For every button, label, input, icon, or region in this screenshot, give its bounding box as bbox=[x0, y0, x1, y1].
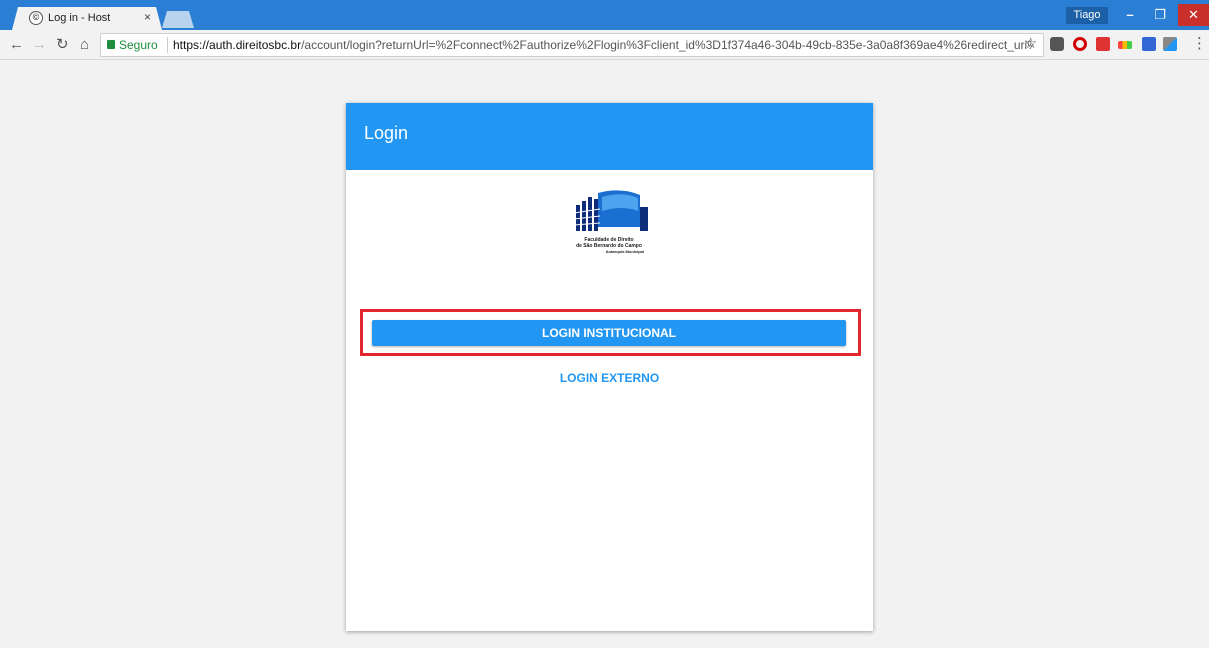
tab-title: Log in - Host bbox=[48, 12, 111, 24]
lock-icon bbox=[107, 40, 115, 49]
reload-icon[interactable]: ↻ bbox=[56, 36, 69, 54]
menu-icon[interactable]: ⋮ bbox=[1192, 34, 1207, 52]
login-institutional-button[interactable]: LOGIN INSTITUCIONAL bbox=[372, 320, 846, 346]
minimize-icon[interactable]: – bbox=[1116, 4, 1144, 26]
star-icon[interactable]: ☆ bbox=[1024, 34, 1037, 52]
address-separator bbox=[167, 37, 168, 53]
browser-titlebar: © Log in - Host × Tiago – ❐ ✕ bbox=[0, 0, 1209, 30]
secure-label: Seguro bbox=[119, 38, 158, 52]
pocket-extension-icon[interactable] bbox=[1050, 37, 1064, 51]
url-host: https://auth.direitosbc.br bbox=[173, 38, 302, 52]
forward-icon[interactable]: → bbox=[32, 36, 47, 54]
favicon-icon: © bbox=[29, 11, 43, 25]
login-card: Login Faculdade de Direito de São Bernar… bbox=[346, 103, 873, 631]
picker-extension-icon[interactable] bbox=[1163, 37, 1177, 51]
browser-tab[interactable]: © Log in - Host × bbox=[12, 7, 162, 30]
close-window-icon[interactable]: ✕ bbox=[1178, 4, 1209, 26]
profile-button[interactable]: Tiago bbox=[1066, 7, 1108, 24]
card-header: Login bbox=[346, 103, 873, 170]
home-icon[interactable]: ⌂ bbox=[80, 36, 89, 54]
url-path: /account/login?returnUrl=%2Fconnect%2Fau… bbox=[301, 38, 1033, 52]
red-extension-icon[interactable] bbox=[1096, 37, 1110, 51]
tab-close-icon[interactable]: × bbox=[144, 10, 151, 24]
restore-icon[interactable]: ❐ bbox=[1146, 4, 1174, 26]
institution-logo: Faculdade de Direito de São Bernardo do … bbox=[568, 187, 650, 259]
url-text[interactable]: https://auth.direitosbc.br/account/login… bbox=[173, 38, 1033, 52]
logo-text-line3: Autarquia Municipal bbox=[605, 249, 644, 254]
back-icon[interactable]: ← bbox=[9, 36, 24, 54]
page-title: Login bbox=[364, 123, 409, 143]
building-logo-icon bbox=[573, 190, 648, 231]
login-external-button[interactable]: LOGIN EXTERNO bbox=[526, 370, 693, 386]
color-extension-icon[interactable] bbox=[1118, 41, 1132, 49]
address-bar[interactable]: Seguro https://auth.direitosbc.br/accoun… bbox=[100, 33, 1044, 57]
opera-extension-icon[interactable] bbox=[1073, 37, 1087, 51]
blue-extension-icon[interactable] bbox=[1142, 37, 1156, 51]
new-tab-button[interactable] bbox=[162, 11, 194, 28]
